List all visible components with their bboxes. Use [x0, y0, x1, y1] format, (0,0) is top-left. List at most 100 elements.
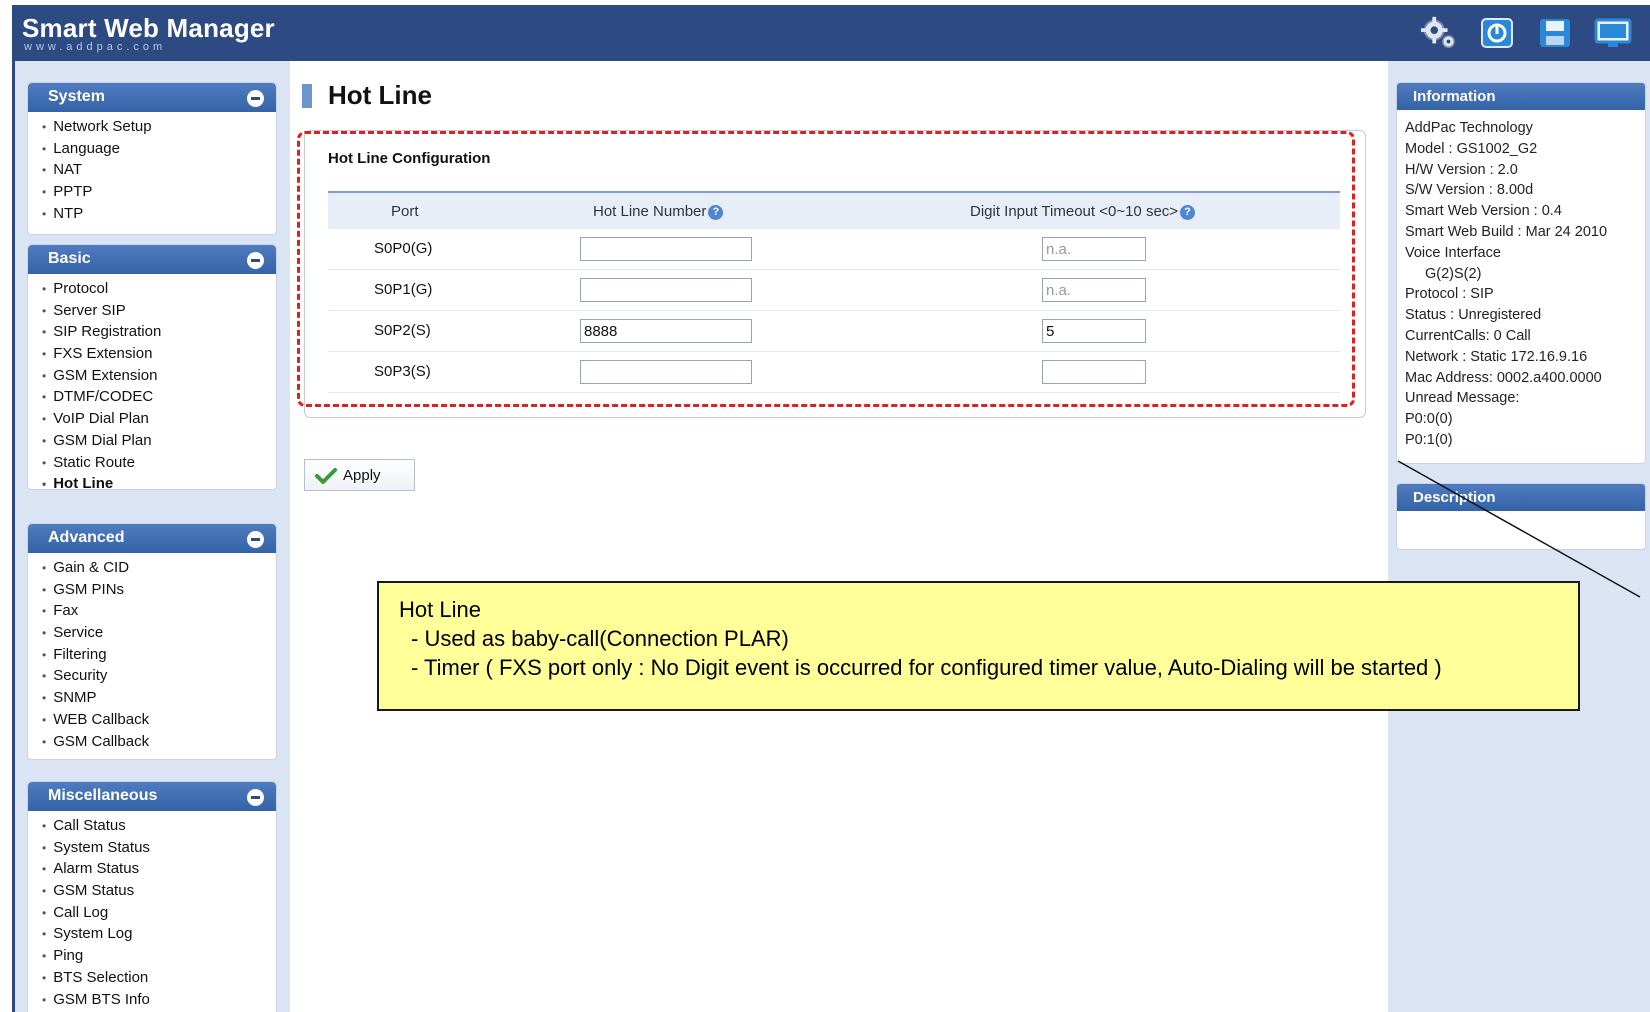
misc-panel-title: Miscellaneous: [48, 787, 158, 804]
sidebar-item-voip-dial-plan[interactable]: VoIP Dial Plan: [42, 408, 276, 430]
info-line: G(2)S(2): [1425, 265, 1482, 282]
misc-panel-header[interactable]: Miscellaneous: [28, 782, 276, 811]
apply-button-label: Apply: [343, 466, 381, 484]
table-row: S0P0(G): [328, 229, 1340, 270]
table-row: S0P2(S): [328, 311, 1340, 352]
annotation-line: - Timer ( FXS port only : No Digit event…: [411, 655, 1442, 680]
checkmark-icon: [315, 468, 337, 484]
system-panel-header[interactable]: System: [28, 83, 276, 112]
info-line: Mac Address: 0002.a400.0000: [1405, 369, 1602, 386]
sidebar-item-gsm-pins[interactable]: GSM PINs: [42, 579, 276, 601]
sidebar-item-bts-selection[interactable]: BTS Selection: [42, 967, 276, 989]
port-label: S0P1(G): [374, 281, 433, 298]
info-line: CurrentCalls: 0 Call: [1405, 327, 1531, 344]
collapse-minus-icon[interactable]: [247, 90, 264, 107]
sidebar-item-system-log[interactable]: System Log: [42, 923, 276, 945]
sidebar-item-network-setup[interactable]: Network Setup: [42, 116, 276, 138]
sidebar-item-pptp[interactable]: PPTP: [42, 181, 276, 203]
sidebar-item-server-sip[interactable]: Server SIP: [42, 300, 276, 322]
digit-timeout-input[interactable]: [1042, 360, 1146, 384]
description-panel-title: Description: [1397, 484, 1645, 511]
sidebar-item-fxs-extension[interactable]: FXS Extension: [42, 343, 276, 365]
sidebar-item-system-status[interactable]: System Status: [42, 837, 276, 859]
save-disk-icon[interactable]: [1536, 15, 1574, 51]
misc-panel: Miscellaneous Call Status System Status …: [27, 781, 277, 1012]
sidebar-item-gsm-status[interactable]: GSM Status: [42, 880, 276, 902]
sidebar-item-gsm-callback[interactable]: GSM Callback: [42, 731, 276, 753]
port-label: S0P3(S): [374, 363, 431, 380]
collapse-minus-icon[interactable]: [247, 252, 264, 269]
info-line: Unread Message:: [1405, 390, 1520, 407]
sidebar-item-security[interactable]: Security: [42, 665, 276, 687]
hot-line-number-input[interactable]: [580, 319, 752, 343]
power-icon[interactable]: [1478, 15, 1516, 51]
advanced-panel-title: Advanced: [48, 529, 125, 546]
sidebar-item-dtmf-codec[interactable]: DTMF/CODEC: [42, 386, 276, 408]
sidebar-item-ping[interactable]: Ping: [42, 945, 276, 967]
sidebar-item-snmp[interactable]: SNMP: [42, 687, 276, 709]
collapse-minus-icon[interactable]: [247, 531, 264, 548]
advanced-panel: Advanced Gain & CID GSM PINs Fax Service…: [27, 523, 277, 760]
title-accent-bar: [302, 84, 312, 108]
column-header-hot-line-number: Hot Line Number?: [593, 203, 724, 220]
digit-timeout-input[interactable]: [1042, 319, 1146, 343]
column-header-digit-timeout: Digit Input Timeout <0~10 sec>?: [970, 203, 1196, 220]
info-line: Protocol : SIP: [1405, 286, 1494, 303]
hot-line-number-input[interactable]: [580, 237, 752, 261]
digit-timeout-input[interactable]: [1042, 278, 1146, 302]
sidebar-item-gain-cid[interactable]: Gain & CID: [42, 557, 276, 579]
sidebar-item-gsm-dial-plan[interactable]: GSM Dial Plan: [42, 430, 276, 452]
sidebar-item-fax[interactable]: Fax: [42, 600, 276, 622]
annotation-line: - Used as baby-call(Connection PLAR): [411, 626, 789, 651]
page-title: Hot Line: [328, 80, 432, 110]
table-row: S0P3(S): [328, 352, 1340, 393]
info-line: P0:1(0): [1405, 431, 1453, 448]
hot-line-number-input[interactable]: [580, 360, 752, 384]
sidebar-item-gsm-extension[interactable]: GSM Extension: [42, 365, 276, 387]
sidebar-item-service[interactable]: Service: [42, 622, 276, 644]
app-subtitle: www.addpac.com: [24, 41, 167, 53]
hot-line-number-input[interactable]: [580, 278, 752, 302]
digit-timeout-input[interactable]: [1042, 237, 1146, 261]
info-line: AddPac Technology: [1405, 120, 1533, 136]
help-icon[interactable]: ?: [1180, 205, 1196, 220]
description-panel: Description: [1396, 483, 1646, 550]
sidebar-item-alarm-status[interactable]: Alarm Status: [42, 858, 276, 880]
sidebar-item-static-route[interactable]: Static Route: [42, 452, 276, 474]
monitor-icon[interactable]: [1594, 15, 1632, 51]
sidebar-item-hot-line[interactable]: Hot Line: [42, 473, 276, 489]
table-header: Port Hot Line Number? Digit Input Timeou…: [328, 193, 1340, 229]
sidebar-item-nat[interactable]: NAT: [42, 159, 276, 181]
advanced-panel-header[interactable]: Advanced: [28, 524, 276, 553]
info-line: Smart Web Build : Mar 24 2010: [1405, 223, 1608, 240]
info-line: S/W Version : 8.00d: [1405, 182, 1534, 199]
app-title: Smart Web Manager: [22, 13, 275, 43]
sidebar-item-web-callback[interactable]: WEB Callback: [42, 709, 276, 731]
help-icon[interactable]: ?: [708, 205, 724, 220]
basic-panel-title: Basic: [48, 250, 91, 267]
collapse-minus-icon[interactable]: [247, 789, 264, 806]
sidebar-item-call-status[interactable]: Call Status: [42, 815, 276, 837]
basic-panel: Basic Protocol Server SIP SIP Registrati…: [27, 244, 277, 490]
sidebar-item-sip-registration[interactable]: SIP Registration: [42, 321, 276, 343]
annotation-note: Hot Line - Used as baby-call(Connection …: [377, 581, 1580, 711]
system-panel: System Network Setup Language NAT PPTP N…: [27, 82, 277, 235]
sidebar-item-ntp[interactable]: NTP: [42, 203, 276, 225]
info-line: Status : Unregistered: [1405, 307, 1542, 324]
sidebar-item-call-log[interactable]: Call Log: [42, 902, 276, 924]
info-line: Voice Interface: [1405, 244, 1501, 261]
settings-gear-icon[interactable]: [1420, 15, 1458, 51]
basic-panel-header[interactable]: Basic: [28, 245, 276, 274]
sidebar-item-gsm-bts-info[interactable]: GSM BTS Info: [42, 989, 276, 1011]
config-section-title: Hot Line Configuration: [328, 150, 491, 167]
sidebar-item-language[interactable]: Language: [42, 138, 276, 160]
info-line: P0:0(0): [1405, 411, 1453, 428]
info-line: Model : GS1002_G2: [1405, 140, 1538, 157]
sidebar-item-filtering[interactable]: Filtering: [42, 644, 276, 666]
sidebar-item-protocol[interactable]: Protocol: [42, 278, 276, 300]
information-panel: Information AddPac Technology Model : GS…: [1396, 82, 1646, 464]
left-sidebar: System Network Setup Language NAT PPTP N…: [12, 61, 290, 1012]
information-panel-title: Information: [1397, 83, 1645, 110]
system-panel-title: System: [48, 88, 105, 105]
apply-button[interactable]: Apply: [304, 459, 415, 491]
